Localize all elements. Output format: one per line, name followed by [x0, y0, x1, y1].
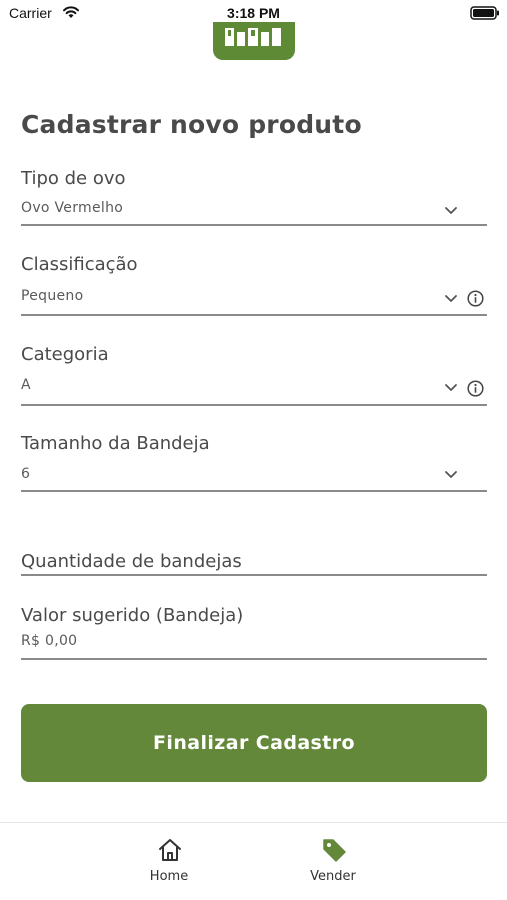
finalize-registration-button[interactable]: Finalizar Cadastro	[21, 704, 487, 782]
field-underline	[21, 658, 487, 660]
chevron-down-icon[interactable]	[444, 206, 458, 216]
chevron-down-icon[interactable]	[444, 383, 458, 393]
clock: 3:18 PM	[227, 5, 280, 21]
page-title: Cadastrar novo produto	[21, 110, 362, 139]
tab-vender-label: Vender	[310, 869, 356, 884]
info-icon[interactable]	[467, 290, 484, 307]
classification-value: Pequeno	[21, 288, 84, 304]
tag-icon	[323, 839, 346, 862]
classification-label: Classificação	[21, 254, 138, 275]
suggested-price-label: Valor sugerido (Bandeja)	[21, 605, 244, 626]
app-logo	[213, 22, 295, 60]
tray-size-value: 6	[21, 466, 31, 482]
tab-bar: Home Vender	[0, 822, 507, 900]
tray-size-label: Tamanho da Bandeja	[21, 433, 210, 454]
egg-type-label: Tipo de ovo	[21, 168, 126, 189]
category-value: A	[21, 377, 31, 393]
tab-home-label: Home	[149, 869, 189, 884]
chevron-down-icon[interactable]	[444, 470, 458, 480]
field-underline	[21, 404, 487, 406]
field-underline	[21, 224, 487, 226]
tray-quantity-input[interactable]: Quantidade de bandejas	[21, 550, 487, 578]
egg-tray-icon	[225, 28, 281, 46]
category-label: Categoria	[21, 344, 109, 365]
chevron-down-icon[interactable]	[444, 294, 458, 304]
field-underline	[21, 314, 487, 316]
battery-icon	[470, 6, 499, 20]
egg-type-value: Ovo Vermelho	[21, 200, 124, 216]
suggested-price-field[interactable]: Valor sugerido (Bandeja) R$ 0,00	[21, 605, 487, 663]
tray-size-select[interactable]: Tamanho da Bandeja 6	[21, 431, 487, 495]
home-icon	[159, 839, 181, 861]
classification-select[interactable]: Classificação Pequeno	[21, 252, 487, 318]
suggested-price-value: R$ 0,00	[21, 633, 78, 649]
tab-home[interactable]: Home	[109, 823, 229, 900]
tray-quantity-placeholder: Quantidade de bandejas	[21, 551, 242, 572]
egg-type-select[interactable]: Tipo de ovo Ovo Vermelho	[21, 166, 487, 228]
category-select[interactable]: Categoria A	[21, 342, 487, 408]
tab-vender[interactable]: Vender	[273, 823, 393, 900]
field-underline	[21, 574, 487, 576]
field-underline	[21, 490, 487, 492]
info-icon[interactable]	[467, 380, 484, 397]
